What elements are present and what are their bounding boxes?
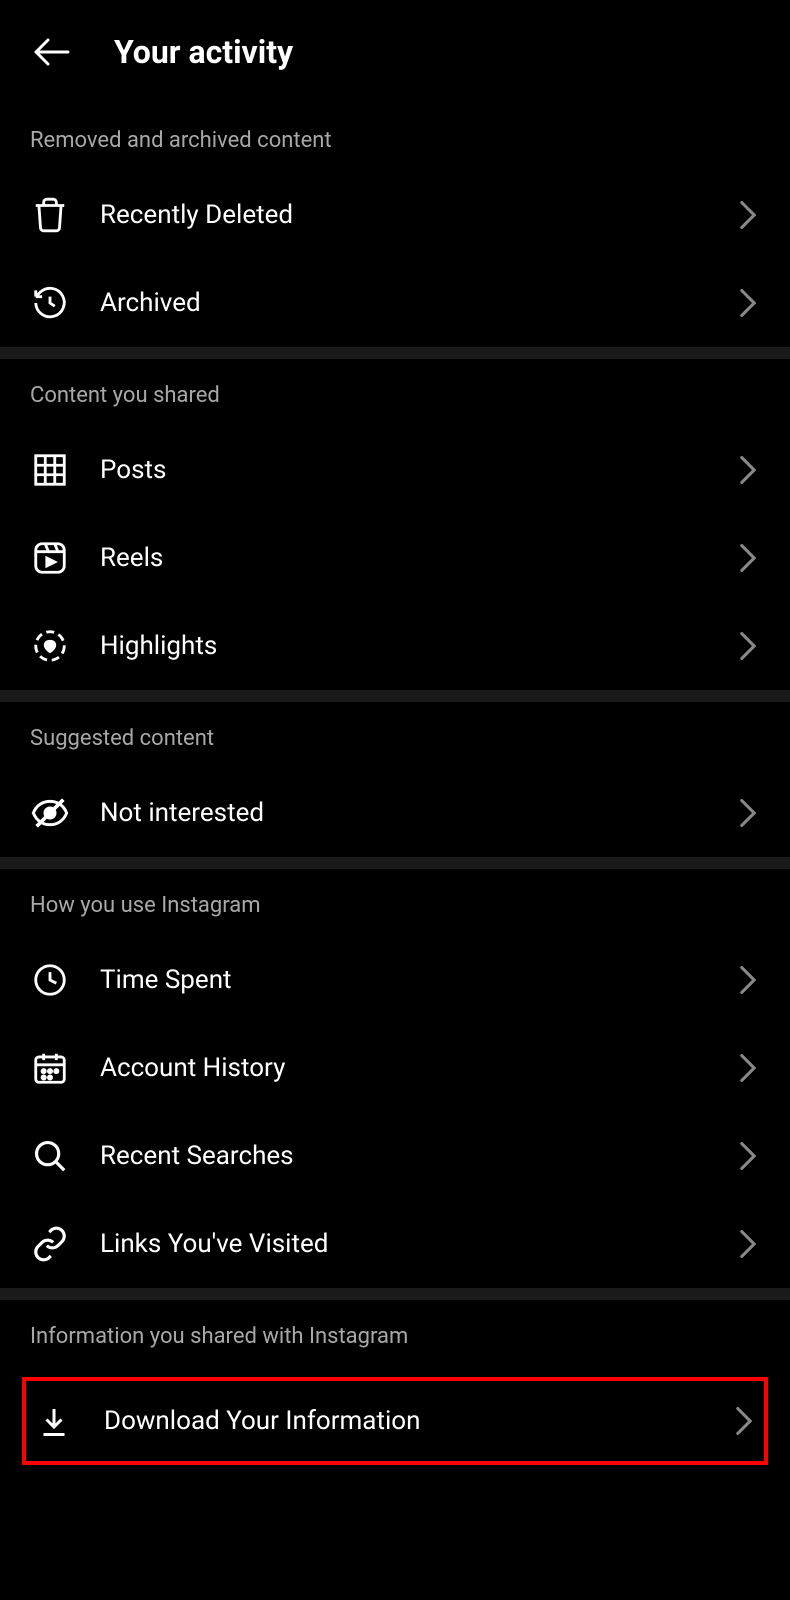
section-header: Suggested content [0, 702, 790, 769]
chevron-right-icon [736, 634, 760, 658]
chevron-right-icon [736, 1232, 760, 1256]
divider [0, 857, 790, 869]
menu-item-download-info[interactable]: Download Your Information [26, 1381, 764, 1461]
chevron-right-icon [736, 291, 760, 315]
menu-item-not-interested[interactable]: Not interested [0, 769, 790, 857]
menu-label: Reels [100, 543, 706, 573]
chevron-right-icon [736, 1144, 760, 1168]
page-title: Your activity [114, 33, 293, 71]
section-suggested-content: Suggested content Not interested [0, 702, 790, 857]
calendar-icon [30, 1048, 70, 1088]
header: Your activity [0, 0, 790, 104]
download-icon [34, 1401, 74, 1441]
chevron-right-icon [732, 1409, 756, 1433]
grid-icon [30, 450, 70, 490]
menu-item-recent-searches[interactable]: Recent Searches [0, 1112, 790, 1200]
reels-icon [30, 538, 70, 578]
eye-off-icon [30, 793, 70, 833]
menu-label: Account History [100, 1053, 706, 1083]
menu-item-account-history[interactable]: Account History [0, 1024, 790, 1112]
divider [0, 1288, 790, 1300]
divider [0, 690, 790, 702]
menu-label: Archived [100, 288, 706, 318]
menu-label: Recently Deleted [100, 200, 706, 230]
chevron-right-icon [736, 546, 760, 570]
section-header: Information you shared with Instagram [0, 1300, 790, 1367]
menu-label: Links You've Visited [100, 1229, 706, 1259]
section-header: Removed and archived content [0, 104, 790, 171]
menu-item-posts[interactable]: Posts [0, 426, 790, 514]
highlights-icon [30, 626, 70, 666]
highlight-annotation: Download Your Information [22, 1377, 768, 1465]
clock-icon [30, 960, 70, 1000]
section-content-shared: Content you shared Posts Reels [0, 359, 790, 690]
menu-label: Not interested [100, 798, 706, 828]
arrow-left-icon [30, 30, 74, 74]
menu-item-time-spent[interactable]: Time Spent [0, 936, 790, 1024]
menu-label: Recent Searches [100, 1141, 706, 1171]
chevron-right-icon [736, 968, 760, 992]
menu-label: Highlights [100, 631, 706, 661]
link-icon [30, 1224, 70, 1264]
section-how-you-use: How you use Instagram Time Spent Account… [0, 869, 790, 1288]
menu-label: Posts [100, 455, 706, 485]
chevron-right-icon [736, 1056, 760, 1080]
menu-item-archived[interactable]: Archived [0, 259, 790, 347]
back-button[interactable] [30, 30, 74, 74]
chevron-right-icon [736, 458, 760, 482]
section-info-shared: Information you shared with Instagram Do… [0, 1300, 790, 1465]
section-header: Content you shared [0, 359, 790, 426]
trash-icon [30, 195, 70, 235]
history-icon [30, 283, 70, 323]
menu-item-reels[interactable]: Reels [0, 514, 790, 602]
section-removed-archived: Removed and archived content Recently De… [0, 104, 790, 347]
search-icon [30, 1136, 70, 1176]
chevron-right-icon [736, 203, 760, 227]
divider [0, 347, 790, 359]
menu-item-highlights[interactable]: Highlights [0, 602, 790, 690]
menu-item-recently-deleted[interactable]: Recently Deleted [0, 171, 790, 259]
chevron-right-icon [736, 801, 760, 825]
menu-item-links-visited[interactable]: Links You've Visited [0, 1200, 790, 1288]
section-header: How you use Instagram [0, 869, 790, 936]
menu-label: Time Spent [100, 965, 706, 995]
menu-label: Download Your Information [104, 1406, 702, 1436]
